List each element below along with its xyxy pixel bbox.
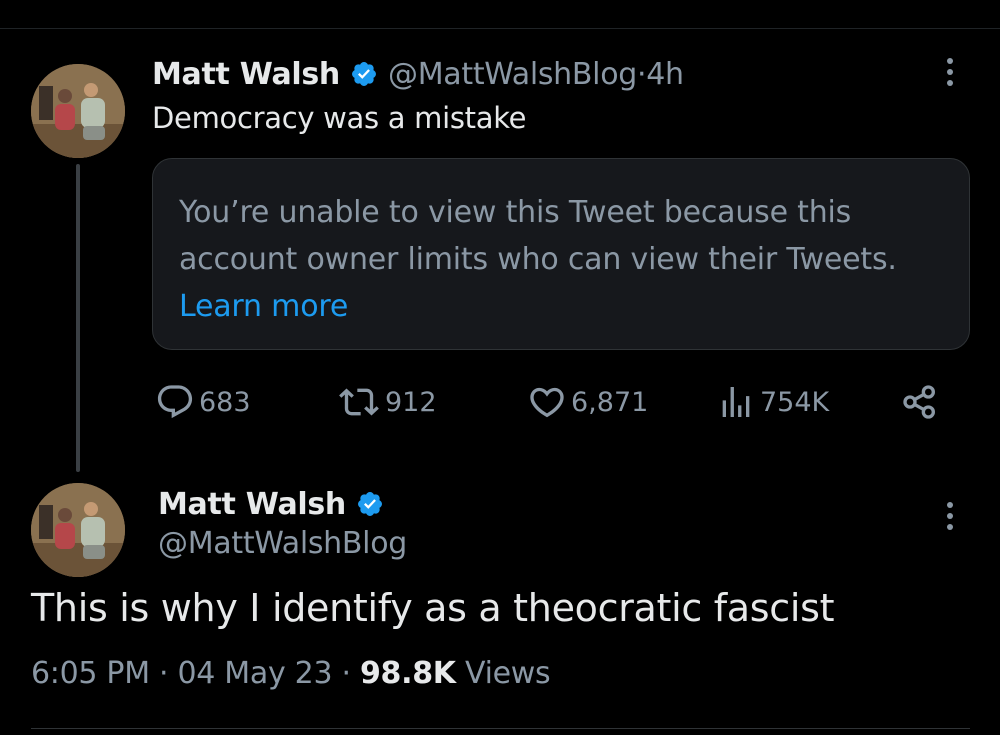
verified-badge-icon (350, 60, 378, 88)
tweet2-header: Matt Walsh (158, 484, 394, 524)
like-icon (530, 387, 564, 418)
views-button[interactable]: 754K (716, 382, 829, 422)
more-options-icon[interactable] (945, 502, 955, 535)
author-handle[interactable]: @MattWalshBlog (158, 526, 407, 561)
separator-dot: · (637, 56, 647, 92)
views-count: 98.8K (359, 656, 456, 691)
views-label: Views (465, 656, 551, 691)
tweet-timestamp[interactable]: 4h (646, 57, 684, 92)
more-options-icon[interactable] (945, 58, 955, 91)
tweet-meta: 6:05 PM · 04 May 23 · 98.8K Views (31, 656, 551, 691)
share-icon (903, 385, 935, 419)
reply-button[interactable]: 683 (155, 382, 251, 422)
separator-dot: · (149, 656, 178, 691)
tweet-actions: 683 912 6,871 754K (0, 382, 1000, 422)
retweet-icon (339, 388, 379, 416)
views-count: 754K (760, 386, 830, 418)
separator-dot: · (332, 656, 360, 691)
verified-badge-icon (356, 490, 384, 518)
reply-count: 683 (199, 386, 251, 418)
avatar[interactable] (31, 64, 125, 158)
unavailable-message: You’re unable to view this Tweet because… (179, 195, 897, 277)
tweet-date[interactable]: 04 May 23 (178, 656, 333, 691)
reply-icon (157, 385, 193, 419)
views-icon (722, 387, 750, 417)
tweet1-header: Matt Walsh @MattWalshBlog · 4h (152, 54, 684, 94)
tweet-text: Democracy was a mistake (152, 101, 527, 135)
author-name[interactable]: Matt Walsh (158, 487, 346, 522)
bottom-divider (31, 728, 970, 729)
retweet-button[interactable]: 912 (337, 382, 437, 422)
unavailable-quote-card: You’re unable to view this Tweet because… (152, 158, 970, 350)
retweet-count: 912 (385, 386, 437, 418)
learn-more-link[interactable]: Learn more (179, 289, 348, 324)
avatar[interactable] (31, 483, 125, 577)
share-button[interactable] (900, 382, 944, 422)
tweet-text: This is why I identify as a theocratic f… (31, 586, 835, 630)
top-divider (0, 28, 1000, 29)
like-count: 6,871 (571, 386, 649, 418)
tweet-time[interactable]: 6:05 PM (31, 656, 150, 691)
like-button[interactable]: 6,871 (527, 382, 648, 422)
author-handle[interactable]: @MattWalshBlog (388, 57, 637, 92)
thread-connector-line (76, 164, 80, 472)
author-name[interactable]: Matt Walsh (152, 57, 340, 92)
